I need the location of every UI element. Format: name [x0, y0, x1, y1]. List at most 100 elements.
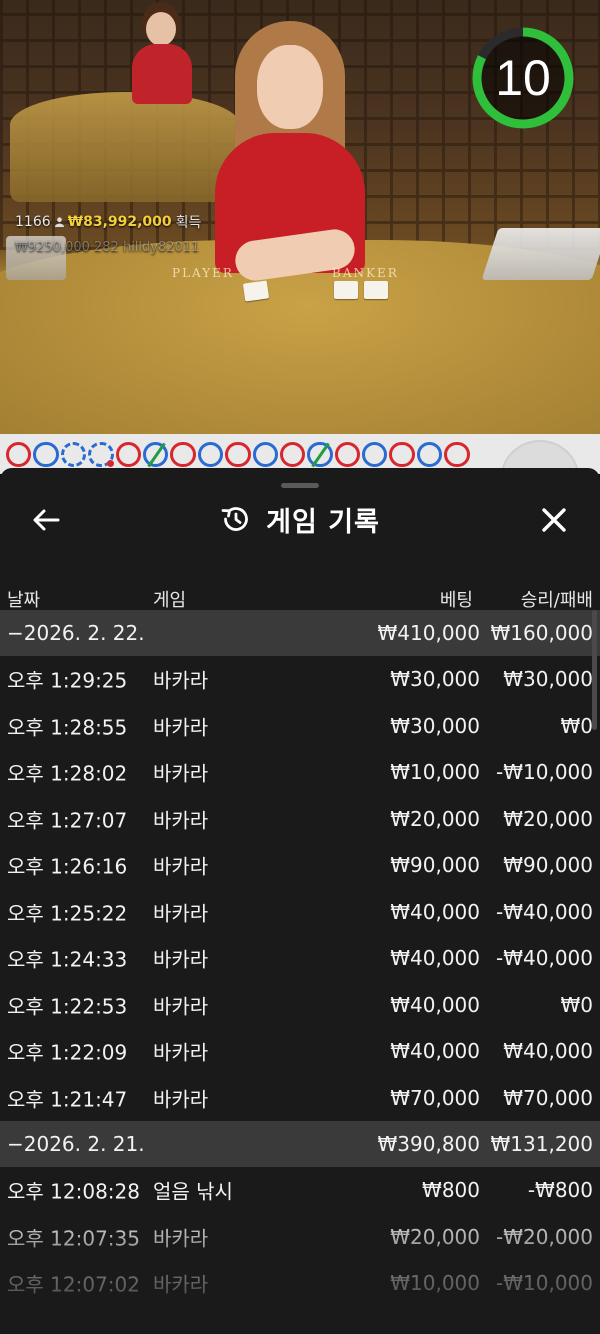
row-game: 바카라 — [153, 947, 209, 972]
history-clock-icon — [221, 507, 248, 531]
round-count: 1166 — [15, 214, 51, 230]
pair-marker — [106, 460, 114, 468]
row-result: -₩800 — [527, 1178, 593, 1203]
bead-road-cells — [6, 442, 470, 468]
bead-road-cell — [170, 442, 196, 468]
bead-road-cell — [33, 442, 59, 468]
live-video-stream: PLAYER BANKER 1166 ₩83,992,000 획득 ₩9250,… — [0, 0, 600, 440]
group-date: −2026. 2. 21. — [7, 1132, 145, 1156]
row-game: 얼음 낚시 — [153, 1179, 233, 1204]
row-time: 오후 1:24:33 — [7, 947, 128, 972]
column-header-result: 승리/패배 — [520, 590, 593, 611]
row-game: 바카라 — [153, 994, 209, 1019]
row-result: ₩90,000 — [503, 853, 593, 878]
row-game: 바카라 — [153, 901, 209, 926]
row-result: ₩0 — [560, 713, 594, 738]
history-row[interactable]: 오후 1:21:47 바카라 ₩70,000 ₩70,000 — [0, 1075, 600, 1122]
row-result: -₩40,000 — [496, 899, 593, 924]
history-list[interactable]: −2026. 2. 22. ₩410,000 ₩160,000 오후 1:29:25 바… — [0, 610, 600, 1307]
bead-road-cell — [389, 442, 415, 468]
history-row[interactable]: 오후 1:24:33 바카라 ₩40,000 -₩40,000 — [0, 935, 600, 982]
bead-road-cell — [88, 442, 114, 468]
history-row[interactable]: 오후 1:28:55 바카라 ₩30,000 ₩0 — [0, 703, 600, 750]
row-result: -₩10,000 — [496, 760, 593, 785]
history-row[interactable]: 오후 1:26:16 바카라 ₩90,000 ₩90,000 — [0, 842, 600, 889]
row-bet: ₩20,000 — [390, 1224, 480, 1249]
row-bet: ₩40,000 — [390, 1039, 480, 1064]
row-bet: ₩90,000 — [390, 853, 480, 878]
row-game: 바카라 — [153, 1226, 209, 1251]
history-row[interactable]: 오후 1:29:25 바카라 ₩30,000 ₩30,000 — [0, 656, 600, 703]
row-game: 바카라 — [153, 715, 209, 740]
date-group-header[interactable]: −2026. 2. 21. ₩390,800 ₩131,200 — [0, 1121, 600, 1167]
history-row[interactable]: 오후 1:22:09 바카라 ₩40,000 ₩40,000 — [0, 1028, 600, 1075]
table-banker-label: BANKER — [332, 266, 399, 280]
row-result: ₩30,000 — [503, 667, 593, 692]
bead-road-cell — [334, 442, 361, 468]
row-bet: ₩800 — [422, 1178, 480, 1203]
row-result: ₩70,000 — [503, 1085, 593, 1110]
history-row[interactable]: 오후 12:08:28 얼음 낚시 ₩800 -₩800 — [0, 1167, 600, 1214]
history-row[interactable]: 오후 1:22:53 바카라 ₩40,000 ₩0 — [0, 982, 600, 1029]
row-bet: ₩70,000 — [390, 1085, 480, 1110]
history-row[interactable]: 오후 1:28:02 바카라 ₩10,000 -₩10,000 — [0, 749, 600, 796]
row-bet: ₩40,000 — [390, 899, 480, 924]
row-time: 오후 1:27:07 — [7, 808, 128, 833]
bead-road-cell — [362, 442, 388, 468]
row-game: 바카라 — [153, 668, 209, 693]
bead-road-cell — [416, 442, 443, 468]
row-result: -₩40,000 — [496, 946, 593, 971]
bead-road-cell — [279, 442, 306, 468]
player-card — [242, 280, 270, 302]
game-history-panel: 게임 기록 날짜 게임 베팅 승리/패배 −2026. 2. 22. ₩410,0… — [0, 468, 600, 1334]
panel-title-text: 게임 기록 — [266, 506, 380, 538]
history-row[interactable]: 오후 12:07:35 바카라 ₩20,000 -₩20,000 — [0, 1214, 600, 1261]
row-bet: ₩10,000 — [390, 760, 480, 785]
drag-handle[interactable] — [281, 483, 319, 488]
bead-road-cell — [197, 442, 224, 468]
scrollbar[interactable] — [592, 610, 597, 730]
row-time: 오후 1:29:25 — [7, 668, 128, 693]
row-time: 오후 1:28:02 — [7, 761, 128, 786]
row-bet: ₩40,000 — [390, 946, 480, 971]
banker-card-2 — [364, 281, 388, 299]
row-bet: ₩30,000 — [390, 667, 480, 692]
win-ticker: ₩9250,000 282 hilldy82011 — [15, 240, 200, 255]
group-total-result: ₩160,000 — [490, 621, 593, 645]
row-time: 오후 1:22:53 — [7, 994, 128, 1019]
row-game: 바카라 — [153, 808, 209, 833]
banker-card-1 — [334, 281, 358, 299]
bead-road-cell — [142, 442, 169, 468]
bead-road-cell — [60, 442, 87, 468]
bead-road-cell — [6, 442, 32, 468]
row-time: 오후 1:26:16 — [7, 854, 128, 879]
bead-road-cell — [307, 442, 333, 468]
history-row[interactable]: 오후 1:27:07 바카라 ₩20,000 ₩20,000 — [0, 796, 600, 843]
row-time: 오후 12:07:02 — [7, 1272, 140, 1297]
history-row[interactable]: 오후 12:07:02 바카라 ₩10,000 -₩10,000 — [0, 1260, 600, 1307]
win-label: 획득 — [175, 215, 202, 231]
row-time: 오후 1:21:47 — [7, 1087, 128, 1112]
group-total-bet: ₩390,800 — [377, 1132, 480, 1156]
win-amount: ₩83,992,000 — [67, 214, 172, 230]
column-header-bet: 베팅 — [439, 590, 473, 611]
countdown-number: 10 — [495, 50, 551, 106]
row-time: 오후 1:25:22 — [7, 901, 128, 926]
column-header-date: 날짜 — [7, 590, 41, 611]
row-result: ₩40,000 — [503, 1039, 593, 1064]
row-bet: ₩30,000 — [390, 713, 480, 738]
panel-title: 게임 기록 — [0, 498, 600, 540]
background-dealer — [132, 8, 192, 104]
row-result: -₩20,000 — [496, 1224, 593, 1249]
bead-road-cell — [225, 442, 251, 468]
group-total-bet: ₩410,000 — [377, 621, 480, 645]
row-game: 바카라 — [153, 1272, 209, 1297]
bead-road-cell — [252, 442, 278, 468]
countdown-timer: 10 — [469, 24, 577, 132]
close-button[interactable] — [536, 502, 572, 538]
date-group-header[interactable]: −2026. 2. 22. ₩410,000 ₩160,000 — [0, 610, 600, 656]
row-bet: ₩20,000 — [390, 806, 480, 831]
row-bet: ₩10,000 — [390, 1271, 480, 1296]
history-row[interactable]: 오후 1:25:22 바카라 ₩40,000 -₩40,000 — [0, 889, 600, 936]
card-shoe — [481, 228, 600, 280]
